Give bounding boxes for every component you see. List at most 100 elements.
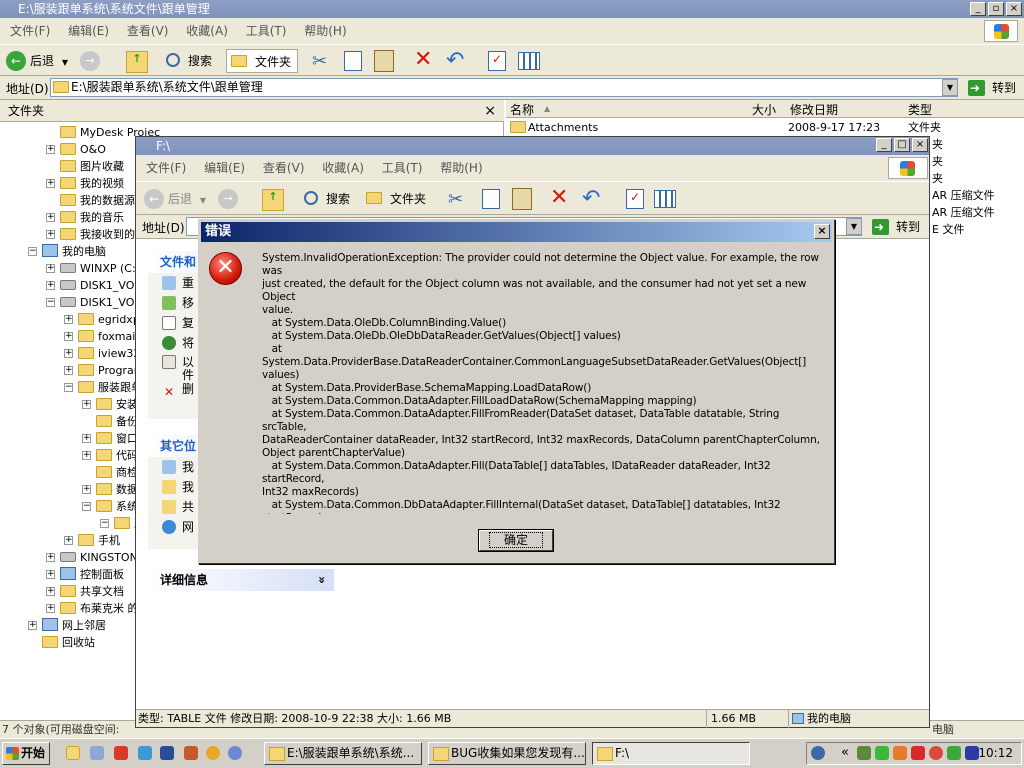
delete-icon[interactable]: ✕ xyxy=(550,185,568,210)
main-minimize-button[interactable]: _ xyxy=(970,2,986,16)
tree-expander[interactable]: + xyxy=(46,570,55,579)
tree-item[interactable]: 商检 xyxy=(96,464,138,481)
app-icon[interactable] xyxy=(160,746,174,760)
tree-item[interactable]: 回收站 xyxy=(42,634,95,651)
tree-expander[interactable]: − xyxy=(46,298,55,307)
tray-app-icon[interactable] xyxy=(965,746,979,760)
back-button[interactable]: ← 后退 ▼ xyxy=(142,187,206,211)
taskbar-item-browser[interactable]: BUG收集如果您发现有... xyxy=(428,742,586,765)
tree-item[interactable]: O&O xyxy=(60,141,106,158)
properties-icon[interactable]: ✓ xyxy=(488,51,506,71)
tree-item[interactable]: 我的视频 xyxy=(60,175,124,192)
drive-f-close-button[interactable]: × xyxy=(912,138,928,152)
tray-app-icon[interactable] xyxy=(929,746,943,760)
copy-icon[interactable] xyxy=(482,189,500,209)
search-button[interactable]: 搜索 xyxy=(300,187,350,211)
tray-app-icon[interactable] xyxy=(893,746,907,760)
tree-expander[interactable]: − xyxy=(82,502,91,511)
menu-file[interactable]: 文件(F) xyxy=(146,155,186,181)
tree-item[interactable]: 服装跟单 xyxy=(78,379,142,396)
tree-expander[interactable]: + xyxy=(46,179,55,188)
tree-item[interactable]: iview32 xyxy=(78,345,140,362)
tree-expander[interactable]: + xyxy=(46,604,55,613)
tree-expander[interactable]: + xyxy=(82,434,91,443)
main-address-input[interactable]: E:\服装跟单系统\系统文件\跟单管理 xyxy=(50,78,958,97)
tree-item[interactable]: 窗口 xyxy=(96,430,138,447)
delete-icon[interactable]: ✕ xyxy=(414,47,432,72)
tree-expander[interactable]: + xyxy=(64,332,73,341)
tray-app-icon[interactable] xyxy=(875,746,889,760)
chevron-down-icon[interactable]: » xyxy=(311,576,333,584)
tree-expander[interactable]: + xyxy=(64,349,73,358)
tree-item[interactable]: 控制面板 xyxy=(60,566,124,583)
folders-button[interactable]: 文件夹 xyxy=(226,49,299,73)
drive-f-maximize-button[interactable]: □ xyxy=(894,138,910,152)
tree-item[interactable]: 共享文档 xyxy=(60,583,124,600)
list-item[interactable]: Attachments 2008-9-17 17:23 文件夹 xyxy=(506,119,1024,136)
tree-item[interactable]: 我的电脑 xyxy=(42,243,106,260)
app-icon[interactable] xyxy=(114,746,128,760)
drive-f-minimize-button[interactable]: _ xyxy=(876,138,892,152)
menu-view[interactable]: 查看(V) xyxy=(127,18,169,44)
tree-item[interactable]: egridxp xyxy=(78,311,140,328)
address-dropdown-button[interactable]: ▼ xyxy=(942,79,958,96)
menu-tools[interactable]: 工具(T) xyxy=(246,18,287,44)
tree-expander[interactable]: + xyxy=(64,366,73,375)
details-panel[interactable]: 详细信息 » xyxy=(148,569,334,591)
tree-item[interactable]: 我的音乐 xyxy=(60,209,124,226)
column-name[interactable]: 名称 xyxy=(510,101,534,118)
column-size[interactable]: 大小 xyxy=(752,101,776,118)
paste-icon[interactable] xyxy=(374,50,394,72)
tree-expander[interactable]: − xyxy=(64,383,73,392)
tree-expander[interactable]: − xyxy=(100,519,109,528)
paste-icon[interactable] xyxy=(512,188,532,210)
taskbar-item-drive-f[interactable]: F:\ xyxy=(592,742,750,765)
menu-edit[interactable]: 编辑(E) xyxy=(68,18,109,44)
folder-icon[interactable] xyxy=(66,746,80,760)
ok-button[interactable]: 确定 xyxy=(478,529,554,552)
tree-expander[interactable]: + xyxy=(82,485,91,494)
menu-file[interactable]: 文件(F) xyxy=(10,18,50,44)
app-icon[interactable] xyxy=(184,746,198,760)
menu-help[interactable]: 帮助(H) xyxy=(304,18,346,44)
address-dropdown-button[interactable]: ▼ xyxy=(846,218,862,235)
app-icon[interactable] xyxy=(90,746,104,760)
menu-help[interactable]: 帮助(H) xyxy=(440,155,482,181)
undo-icon[interactable]: ↶ xyxy=(446,48,464,73)
views-icon[interactable] xyxy=(518,52,540,70)
tree-item[interactable]: WINXP (C:) xyxy=(60,260,140,277)
tree-expander[interactable]: − xyxy=(28,247,37,256)
folders-button[interactable]: 文件夹 xyxy=(362,187,426,211)
cut-icon[interactable]: ✂ xyxy=(448,189,463,210)
tree-expander[interactable]: + xyxy=(46,553,55,562)
cut-icon[interactable]: ✂ xyxy=(312,51,327,72)
drive-f-go-button[interactable]: 转到 xyxy=(870,217,920,237)
tree-item[interactable]: 我的数据源 xyxy=(60,192,135,209)
tree-item[interactable]: 网上邻居 xyxy=(42,617,106,634)
menu-favorites[interactable]: 收藏(A) xyxy=(186,18,228,44)
tree-item[interactable]: 代码 xyxy=(96,447,138,464)
views-icon[interactable] xyxy=(654,190,676,208)
tree-expander[interactable]: + xyxy=(46,230,55,239)
folders-close-icon[interactable]: × xyxy=(484,100,496,122)
tree-item[interactable]: 图片收藏 xyxy=(60,158,124,175)
tray-app-icon[interactable] xyxy=(857,746,871,760)
back-button[interactable]: ← 后退 ▼ xyxy=(4,49,68,73)
menu-edit[interactable]: 编辑(E) xyxy=(204,155,245,181)
tray-app-icon[interactable] xyxy=(911,746,925,760)
tree-item[interactable]: 备份 xyxy=(96,413,138,430)
tree-expander[interactable]: + xyxy=(82,400,91,409)
tree-expander[interactable]: + xyxy=(64,315,73,324)
forward-button[interactable]: → xyxy=(80,51,100,71)
search-button[interactable]: 搜索 xyxy=(162,49,212,73)
network-icon[interactable] xyxy=(811,746,825,760)
menu-favorites[interactable]: 收藏(A) xyxy=(322,155,364,181)
properties-icon[interactable]: ✓ xyxy=(626,189,644,209)
column-date[interactable]: 修改日期 xyxy=(790,101,838,118)
forward-button[interactable]: → xyxy=(218,189,238,209)
tray-expand-icon[interactable]: « xyxy=(841,745,849,760)
tree-expander[interactable]: + xyxy=(82,451,91,460)
main-close-button[interactable]: × xyxy=(1006,2,1022,16)
error-dialog-close-button[interactable]: × xyxy=(814,224,830,239)
tree-expander[interactable]: + xyxy=(46,587,55,596)
